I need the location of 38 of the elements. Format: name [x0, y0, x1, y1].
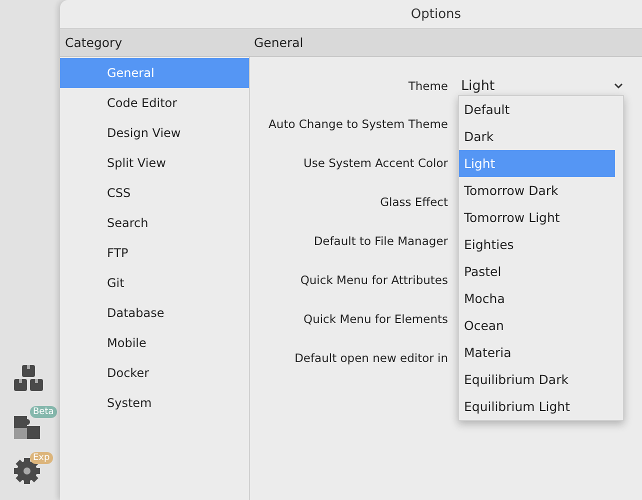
- category-item[interactable]: Git: [60, 268, 249, 298]
- chevron-icon: [614, 83, 623, 89]
- setting-label: Quick Menu for Elements: [302, 312, 448, 326]
- menu-item[interactable]: Tomorrow Light: [459, 204, 615, 231]
- menu-item[interactable]: Ocean: [459, 312, 615, 339]
- theme-select[interactable]: Light: [461, 78, 623, 94]
- setting-label: Quick Menu for Attributes: [299, 272, 448, 286]
- menu-item[interactable]: Mocha: [459, 285, 615, 312]
- category-item[interactable]: Search: [60, 208, 249, 238]
- menu-item[interactable]: Materia: [459, 339, 615, 366]
- setting-label: Glass Effect: [379, 194, 448, 208]
- setting-label: Use System Accent Color: [302, 156, 448, 170]
- category-item[interactable]: Database: [60, 298, 249, 328]
- section-header: General: [253, 34, 304, 52]
- status-badge: Beta: [30, 406, 57, 418]
- category-item[interactable]: Code Editor: [60, 88, 249, 118]
- category-item[interactable]: FTP: [60, 238, 249, 268]
- category-item[interactable]: System: [60, 388, 249, 418]
- menu-item[interactable]: Equilibrium Light: [459, 393, 615, 420]
- category-item[interactable]: Design View: [60, 118, 249, 148]
- menu-item[interactable]: Tomorrow Dark: [459, 177, 615, 204]
- window-title: Options: [410, 6, 462, 22]
- status-badge: Exp: [30, 452, 53, 464]
- category-item[interactable]: Docker: [60, 358, 249, 388]
- setting-label: Auto Change to System Theme: [268, 116, 448, 130]
- column-header: Category: [64, 34, 124, 52]
- menu-item[interactable]: Default: [459, 96, 615, 123]
- setting-label: Default open new editor in: [294, 350, 448, 364]
- setting-label: Default to File Manager: [312, 234, 448, 248]
- menu-item[interactable]: Eighties: [459, 231, 615, 258]
- category-item[interactable]: Split View: [60, 148, 249, 178]
- category-item[interactable]: Mobile: [60, 328, 249, 358]
- menu-item[interactable]: Dark: [459, 123, 615, 150]
- menu-item[interactable]: Equilibrium Dark: [459, 366, 615, 393]
- menu-item[interactable]: Pastel: [459, 258, 615, 285]
- category-item[interactable]: CSS: [60, 178, 249, 208]
- boxes-icon[interactable]: [12, 364, 46, 394]
- setting-label: Theme: [407, 79, 448, 93]
